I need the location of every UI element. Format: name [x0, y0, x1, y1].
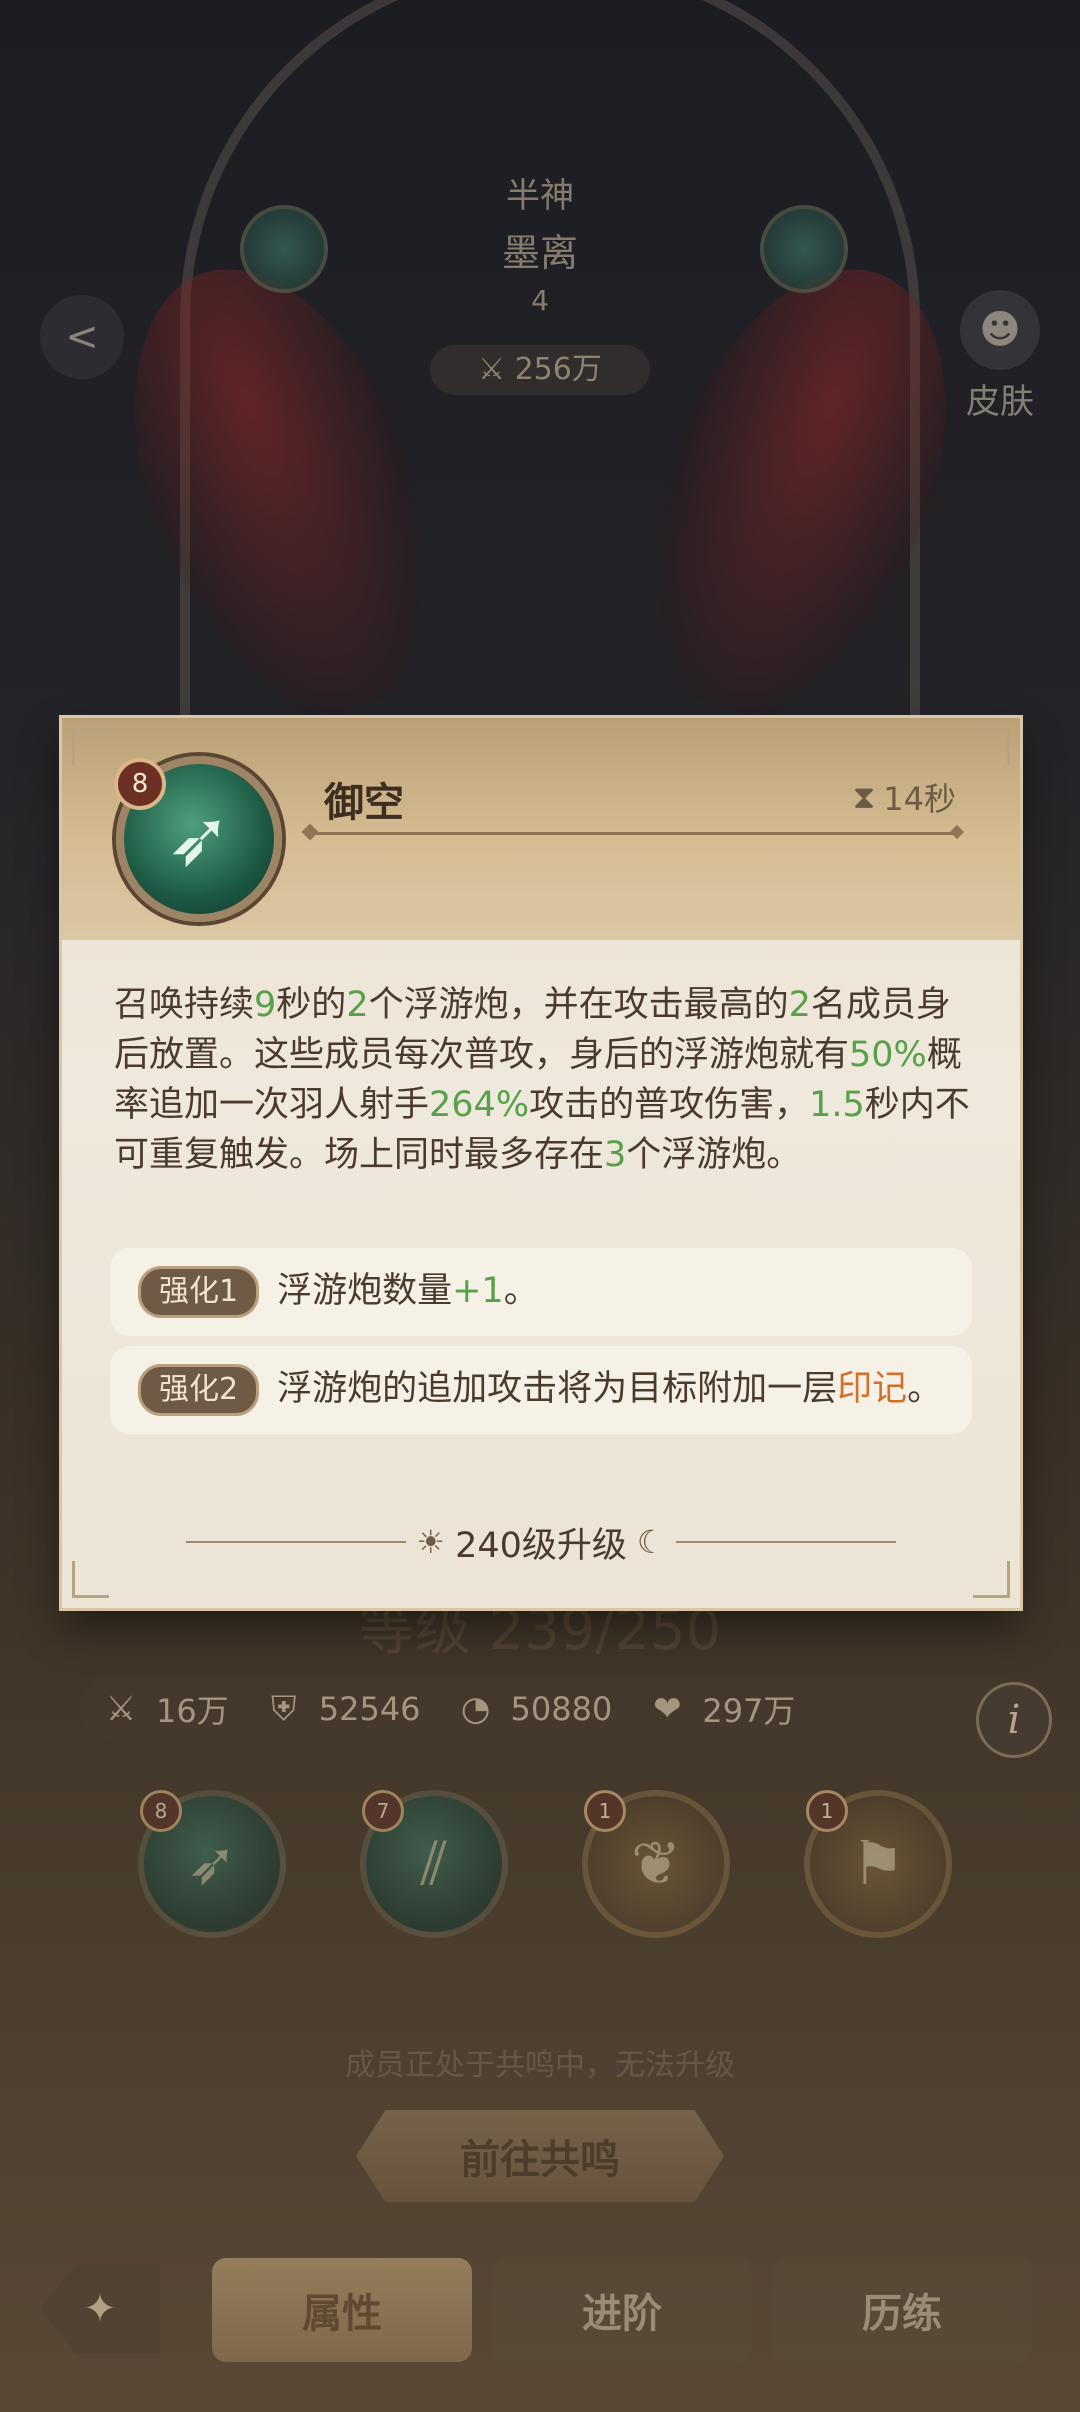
hero-power: ⚔ 256万 — [430, 345, 650, 395]
desc-number: 2 — [788, 985, 811, 1025]
tab-training[interactable]: 历练 — [772, 2258, 1032, 2362]
enhancement-text: 。 — [503, 1271, 539, 1311]
enhancement-1: 强化1 浮游炮数量+1。 — [110, 1248, 972, 1336]
desc-number: 2 — [346, 985, 369, 1025]
stat-hp-value: 297万 — [702, 1692, 796, 1730]
resonance-note: 成员正处于共鸣中，无法升级 — [345, 2048, 735, 2083]
hero-name: 墨离 — [501, 231, 578, 275]
tab-advance[interactable]: 进阶 — [492, 2258, 752, 2362]
enhancement-text: 浮游炮的追加攻击将为目标附加一层 — [277, 1369, 838, 1409]
stat-attack: ⚔ 16万 — [100, 1686, 229, 1732]
speed-icon: ◔ — [460, 1689, 491, 1729]
skill-row: 8 ➶ 7 ⫽ 1 ❦ 1 ⚑ — [0, 1790, 1080, 1940]
desc-number: 9 — [254, 985, 277, 1025]
corner-ornament — [72, 728, 109, 765]
share-icon: < — [65, 314, 99, 360]
banner-icon: ⚑ — [851, 1829, 905, 1899]
desc-text: 攻击的普攻伤害， — [529, 1085, 810, 1125]
skill-level-badge: 1 — [806, 1790, 848, 1832]
skill-slot-2[interactable]: 7 ⫽ — [360, 1790, 508, 1938]
goto-resonance-button[interactable]: 前往共鸣 — [356, 2110, 724, 2202]
stats-bar: ⚔ 16万 ⛨ 52546 ◔ 50880 ❤ 297万 — [80, 1676, 1020, 1742]
shield-icon: ⛨ — [270, 1689, 297, 1729]
desc-text: 秒的 — [276, 985, 347, 1025]
enhancement-tag: 强化1 — [138, 1266, 260, 1318]
cooldown-value: 14秒 — [883, 780, 956, 818]
skin-icon: ☻ — [960, 290, 1040, 370]
skill-level-badge: 8 — [114, 758, 166, 810]
tab-attributes[interactable]: 属性 — [212, 2258, 472, 2362]
share-button[interactable]: < — [40, 295, 124, 379]
claw-slash-icon: ⫽ — [420, 1829, 448, 1899]
desc-text: 个浮游炮。 — [626, 1135, 802, 1175]
sun-icon: ☀ — [416, 1523, 446, 1561]
desc-text: 召唤持续 — [114, 985, 255, 1025]
bow-arrow-icon: ➶ — [166, 794, 232, 884]
desc-number: 3 — [604, 1135, 627, 1175]
skill-name: 御空 — [324, 780, 404, 826]
enhancement-tag: 强化2 — [138, 1364, 260, 1416]
skill-slot-3[interactable]: 1 ❦ — [582, 1790, 730, 1938]
cooldown: ⧗ 14秒 — [853, 774, 956, 820]
hero-power-value: 256万 — [514, 352, 602, 387]
flame-wing-icon: ❦ — [630, 1829, 682, 1899]
info-icon: i — [1007, 1697, 1021, 1743]
skill-level-badge: 1 — [584, 1790, 626, 1832]
back-button[interactable]: ✦ — [40, 2264, 160, 2354]
back-icon: ✦ — [83, 2286, 117, 2332]
corner-ornament — [973, 1561, 1010, 1598]
hourglass-icon: ⧗ — [852, 777, 876, 816]
bottom-nav: ✦ 属性 进阶 历练 — [0, 2250, 1080, 2370]
skin-button[interactable]: ☻ 皮肤 — [950, 290, 1050, 423]
bow-arrow-icon: ➶ — [186, 1829, 238, 1899]
desc-number: 264% — [429, 1085, 530, 1125]
skill-description: 召唤持续9秒的2个浮游炮，并在攻击最高的2名成员身后放置。这些成员每次普攻，身后… — [114, 980, 974, 1180]
info-button[interactable]: i — [976, 1682, 1052, 1758]
corner-ornament — [973, 728, 1010, 765]
skill-slot-1[interactable]: 8 ➶ — [138, 1790, 286, 1938]
upgrade-row: ☀ 240级升级 ☾ — [62, 1518, 1020, 1566]
stat-speed: ◔ 50880 — [455, 1688, 613, 1730]
desc-number: 50% — [849, 1035, 927, 1075]
corner-ornament — [72, 1561, 109, 1598]
upgrade-label: 240级升级 — [455, 1525, 627, 1566]
sword-icon: ⚔ — [105, 1689, 137, 1729]
stat-attack-value: 16万 — [156, 1692, 229, 1730]
hero-number: 4 — [531, 284, 549, 317]
skin-label: 皮肤 — [966, 382, 1034, 422]
stat-defense: ⛨ 52546 — [263, 1688, 421, 1730]
enhancement-text: 浮游炮数量 — [277, 1271, 453, 1311]
stat-speed-value: 50880 — [510, 1690, 613, 1728]
stat-hp: ❤ 297万 — [646, 1686, 795, 1732]
enhancement-number: +1 — [452, 1271, 504, 1311]
moon-icon: ☾ — [636, 1523, 666, 1561]
desc-text: 个浮游炮，并在攻击最高的 — [368, 985, 789, 1025]
heart-icon: ❤ — [653, 1689, 682, 1729]
skill-detail-panel[interactable]: ➶ 8 御空 ⧗ 14秒 召唤持续9秒的2个浮游炮，并在攻击最高的2名成员身后放… — [62, 718, 1020, 1608]
stat-defense-value: 52546 — [318, 1690, 421, 1728]
header-divider — [314, 832, 954, 835]
enhancement-2: 强化2 浮游炮的追加攻击将为目标附加一层印记。 — [110, 1346, 972, 1434]
desc-number: 1.5 — [809, 1085, 865, 1125]
skill-level-badge: 7 — [362, 1790, 404, 1832]
enhancement-highlight: 印记 — [837, 1369, 908, 1409]
divider-right — [675, 1541, 896, 1543]
skill-level-badge: 8 — [140, 1790, 182, 1832]
hero-class: 半神 — [506, 176, 574, 216]
enhancement-text: 。 — [907, 1369, 943, 1409]
divider-left — [186, 1541, 407, 1543]
skill-slot-4[interactable]: 1 ⚑ — [804, 1790, 952, 1938]
